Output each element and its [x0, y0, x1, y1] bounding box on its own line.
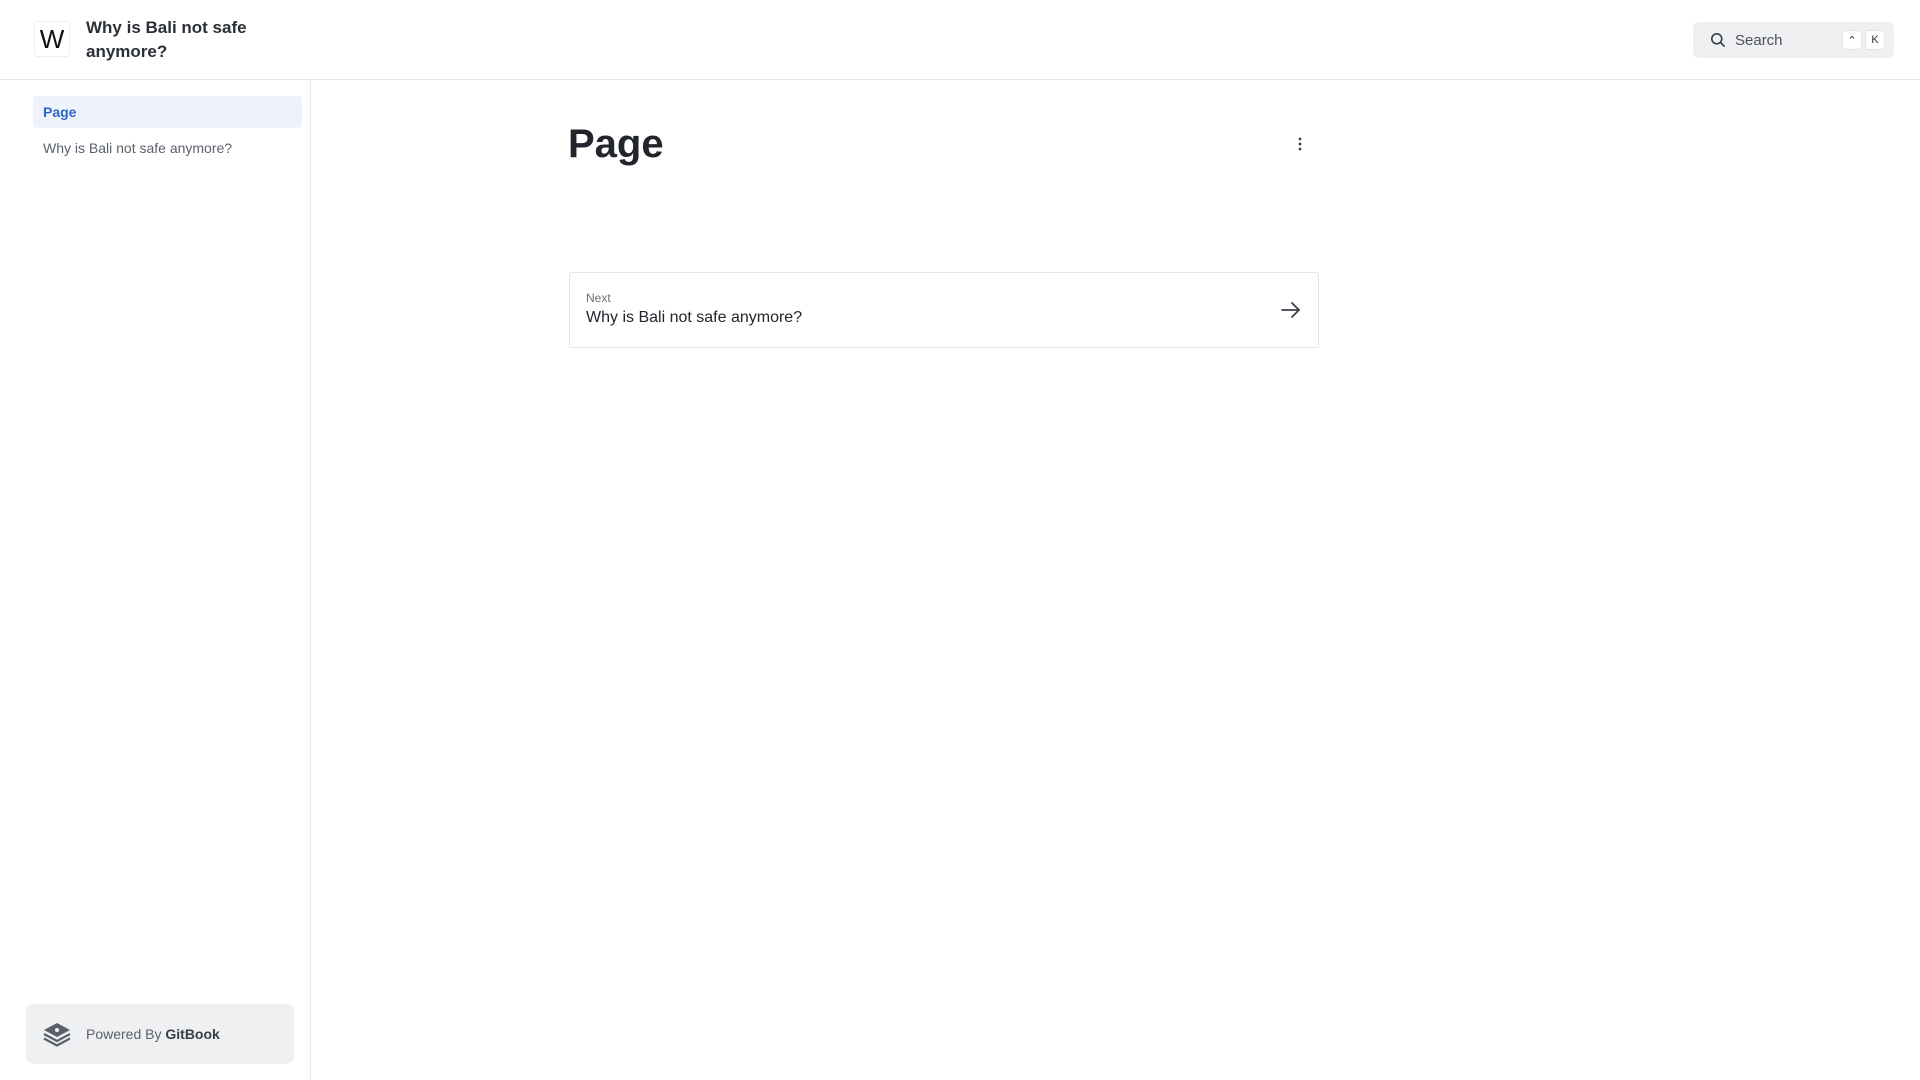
search-shortcut: ⌃ K	[1843, 31, 1884, 49]
sidebar: Page Why is Bali not safe anymore? Power…	[0, 80, 311, 1080]
powered-by-brand: GitBook	[165, 1026, 220, 1042]
site-title[interactable]: Why is Bali not safe anymore?	[86, 16, 266, 64]
shortcut-key-k: K	[1866, 31, 1884, 49]
page-title: Page	[568, 122, 664, 166]
more-vertical-icon	[1298, 137, 1302, 151]
search-icon	[1711, 33, 1725, 47]
next-page-link[interactable]: Next Why is Bali not safe anymore?	[569, 272, 1319, 348]
gitbook-logo-icon	[43, 1023, 71, 1047]
page-actions-button[interactable]	[1290, 132, 1310, 156]
search-button[interactable]: Search ⌃ K	[1693, 22, 1894, 58]
sidebar-item-page[interactable]: Page	[33, 96, 302, 128]
sidebar-item-why-is-bali-not-safe[interactable]: Why is Bali not safe anymore?	[33, 132, 302, 164]
powered-by-prefix: Powered By	[86, 1026, 162, 1042]
next-page-title: Why is Bali not safe anymore?	[586, 309, 803, 326]
powered-by-gitbook[interactable]: Powered By GitBook	[26, 1004, 294, 1064]
site-logo[interactable]: W	[34, 21, 70, 57]
arrow-right-icon	[1281, 302, 1300, 318]
site-logo-letter: W	[39, 23, 65, 54]
shortcut-key-ctrl: ⌃	[1843, 31, 1861, 49]
powered-by-text: Powered By GitBook	[86, 1026, 220, 1042]
next-label: Next	[586, 291, 611, 305]
search-label: Search	[1735, 31, 1783, 49]
top-header: W Why is Bali not safe anymore? Search ⌃…	[0, 0, 1920, 80]
